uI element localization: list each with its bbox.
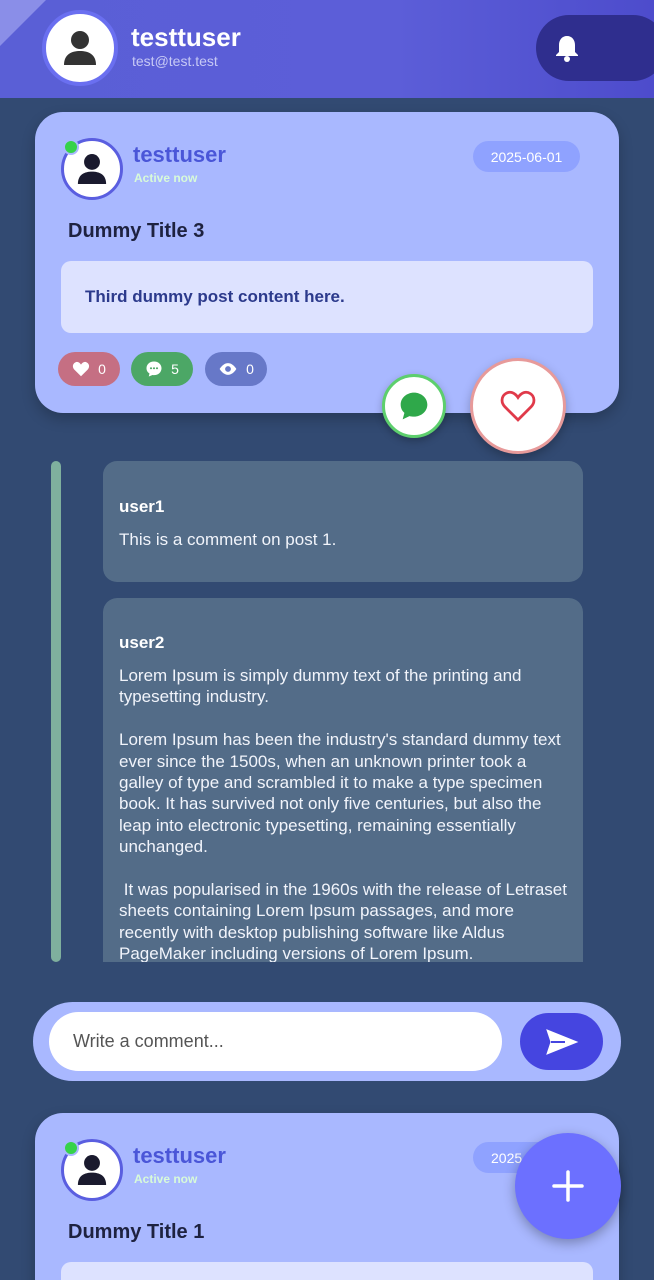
- chat-bubble-icon: [400, 392, 428, 420]
- online-indicator: [63, 139, 79, 155]
- app-header: testtuser test@test.test: [0, 0, 654, 98]
- post-username[interactable]: testtuser: [133, 142, 226, 168]
- post-content: Third dummy post content here.: [61, 261, 593, 333]
- like-button[interactable]: [470, 358, 566, 454]
- avatar[interactable]: [42, 10, 118, 86]
- comment-author[interactable]: user1: [119, 497, 567, 517]
- notifications-button[interactable]: [536, 15, 654, 81]
- view-count: 0: [246, 361, 254, 377]
- comments-thread-line: [51, 461, 61, 962]
- comment-text: This is a comment on post 1.: [119, 530, 337, 549]
- header-corner-decoration: [0, 0, 46, 46]
- comment-count-badge[interactable]: 5: [131, 352, 193, 386]
- view-count-badge: 0: [205, 352, 267, 386]
- heart-outline-icon: [500, 390, 536, 422]
- comment-icon: [146, 361, 162, 377]
- user-icon: [64, 31, 96, 65]
- post-date: 2025-06-01: [473, 141, 580, 172]
- comment-composer: [33, 1002, 621, 1081]
- post-content: [61, 1262, 593, 1280]
- post-title: Dummy Title 3: [68, 220, 205, 242]
- post-date-text: 2025: [491, 1149, 523, 1166]
- comment-item: user1 This is a comment on post 1.: [103, 461, 583, 582]
- add-post-button[interactable]: [515, 1133, 621, 1239]
- like-count-badge[interactable]: 0: [58, 352, 120, 386]
- eye-icon: [219, 363, 237, 375]
- post-status: Active now: [134, 171, 198, 185]
- comment-count: 5: [171, 361, 179, 377]
- post-username[interactable]: testtuser: [133, 1143, 226, 1169]
- send-icon: [545, 1028, 578, 1055]
- header-username: testtuser: [131, 22, 241, 52]
- heart-icon: [72, 361, 90, 377]
- user-icon: [77, 1155, 107, 1185]
- comment-text: Lorem Ipsum is simply dummy text of the …: [119, 666, 567, 962]
- like-count: 0: [98, 361, 106, 377]
- bell-icon: [556, 36, 578, 62]
- comment-item: user2 Lorem Ipsum is simply dummy text o…: [103, 598, 583, 962]
- comment-input[interactable]: [49, 1012, 502, 1071]
- send-button[interactable]: [520, 1013, 603, 1070]
- user-icon: [77, 154, 107, 184]
- plus-icon: [552, 1170, 584, 1202]
- comment-button[interactable]: [382, 374, 446, 438]
- post-title: Dummy Title 1: [68, 1221, 205, 1243]
- post-status: Active now: [134, 1172, 198, 1186]
- comment-body: user2 Lorem Ipsum is simply dummy text o…: [103, 598, 583, 962]
- header-email: test@test.test: [132, 53, 218, 69]
- online-indicator: [63, 1140, 79, 1156]
- comment-author[interactable]: user2: [119, 633, 567, 653]
